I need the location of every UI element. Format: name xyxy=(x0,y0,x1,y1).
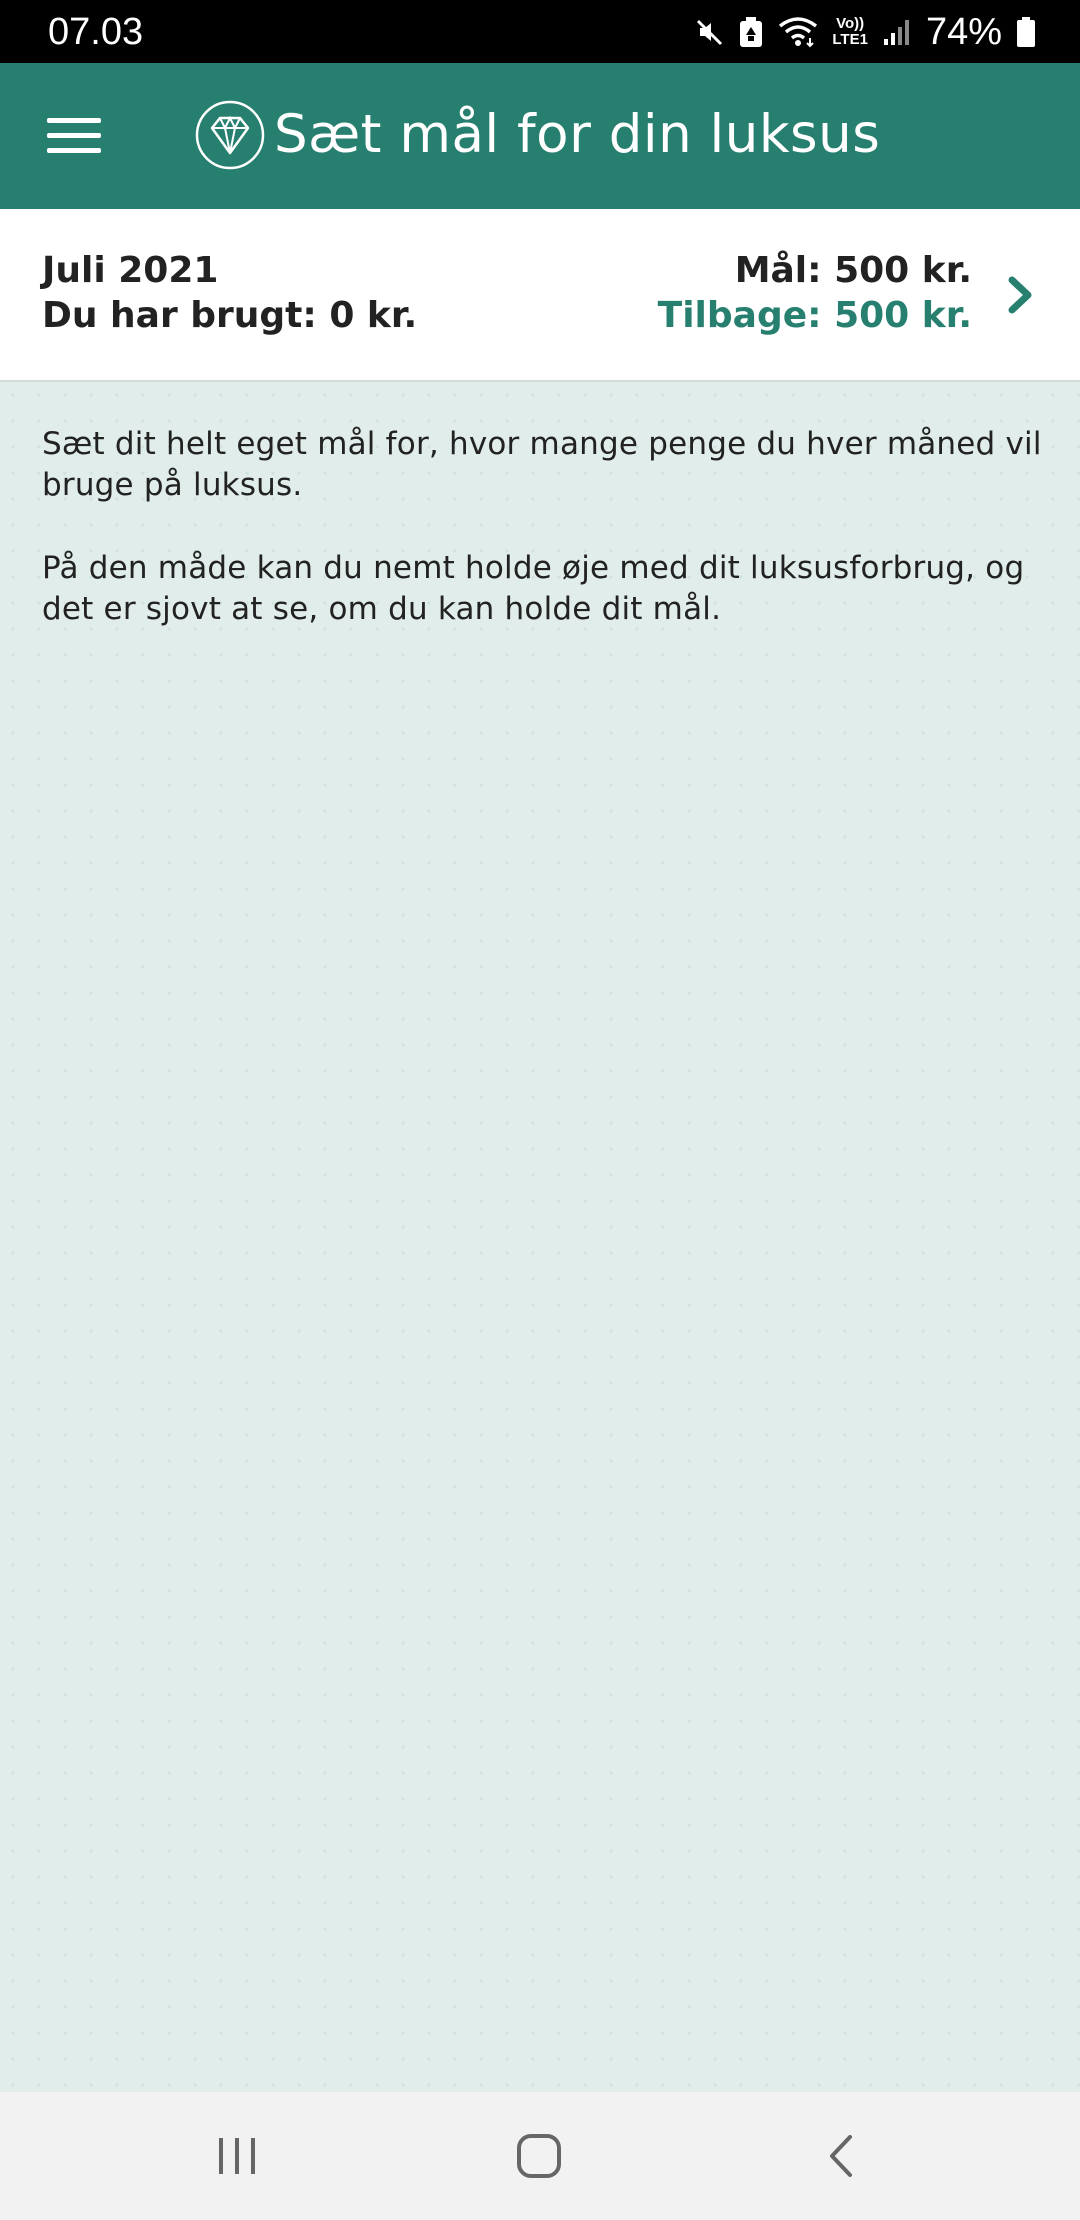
back-icon xyxy=(830,2135,852,2177)
home-icon xyxy=(517,2134,561,2178)
goal-label: Mål: 500 kr. xyxy=(734,250,972,291)
diamond-icon xyxy=(195,100,265,170)
app-bar: Sæt mål for din luksus xyxy=(0,63,1080,209)
remaining-label: Tilbage: 500 kr. xyxy=(657,295,972,336)
budget-summary-card[interactable]: Juli 2021 Du har brugt: 0 kr. Mål: 500 k… xyxy=(0,209,1080,382)
mute-icon xyxy=(694,17,724,47)
status-icons: Vo)) LTE1 74% xyxy=(694,8,1036,56)
wifi-icon xyxy=(778,16,818,48)
main-content: Sæt dit helt eget mål for, hvor mange pe… xyxy=(0,382,1080,2092)
volte-lte-icon: Vo)) LTE1 xyxy=(832,15,868,48)
status-bar: 07.03 Vo)) LTE1 74% xyxy=(0,0,1080,63)
signal-icon xyxy=(882,17,912,47)
menu-button[interactable] xyxy=(38,103,110,169)
back-button[interactable] xyxy=(801,2126,881,2186)
hamburger-menu-icon xyxy=(47,118,101,153)
battery-saver-icon xyxy=(738,16,764,48)
battery-icon xyxy=(1016,16,1036,48)
chevron-right-icon[interactable] xyxy=(1004,275,1036,315)
home-button[interactable] xyxy=(499,2126,579,2186)
system-nav-bar xyxy=(0,2092,1080,2220)
recent-apps-icon xyxy=(219,2138,255,2174)
intro-paragraph: Sæt dit helt eget mål for, hvor mange pe… xyxy=(42,426,1042,503)
status-time: 07.03 xyxy=(48,11,144,53)
page-title: Sæt mål for din luksus xyxy=(274,104,881,165)
month-label: Juli 2021 xyxy=(42,250,219,291)
recent-apps-button[interactable] xyxy=(197,2126,277,2186)
info-paragraph: På den måde kan du nemt holde øje med di… xyxy=(42,550,1025,627)
spent-label: Du har brugt: 0 kr. xyxy=(42,295,418,336)
battery-percent: 74% xyxy=(925,11,1002,53)
